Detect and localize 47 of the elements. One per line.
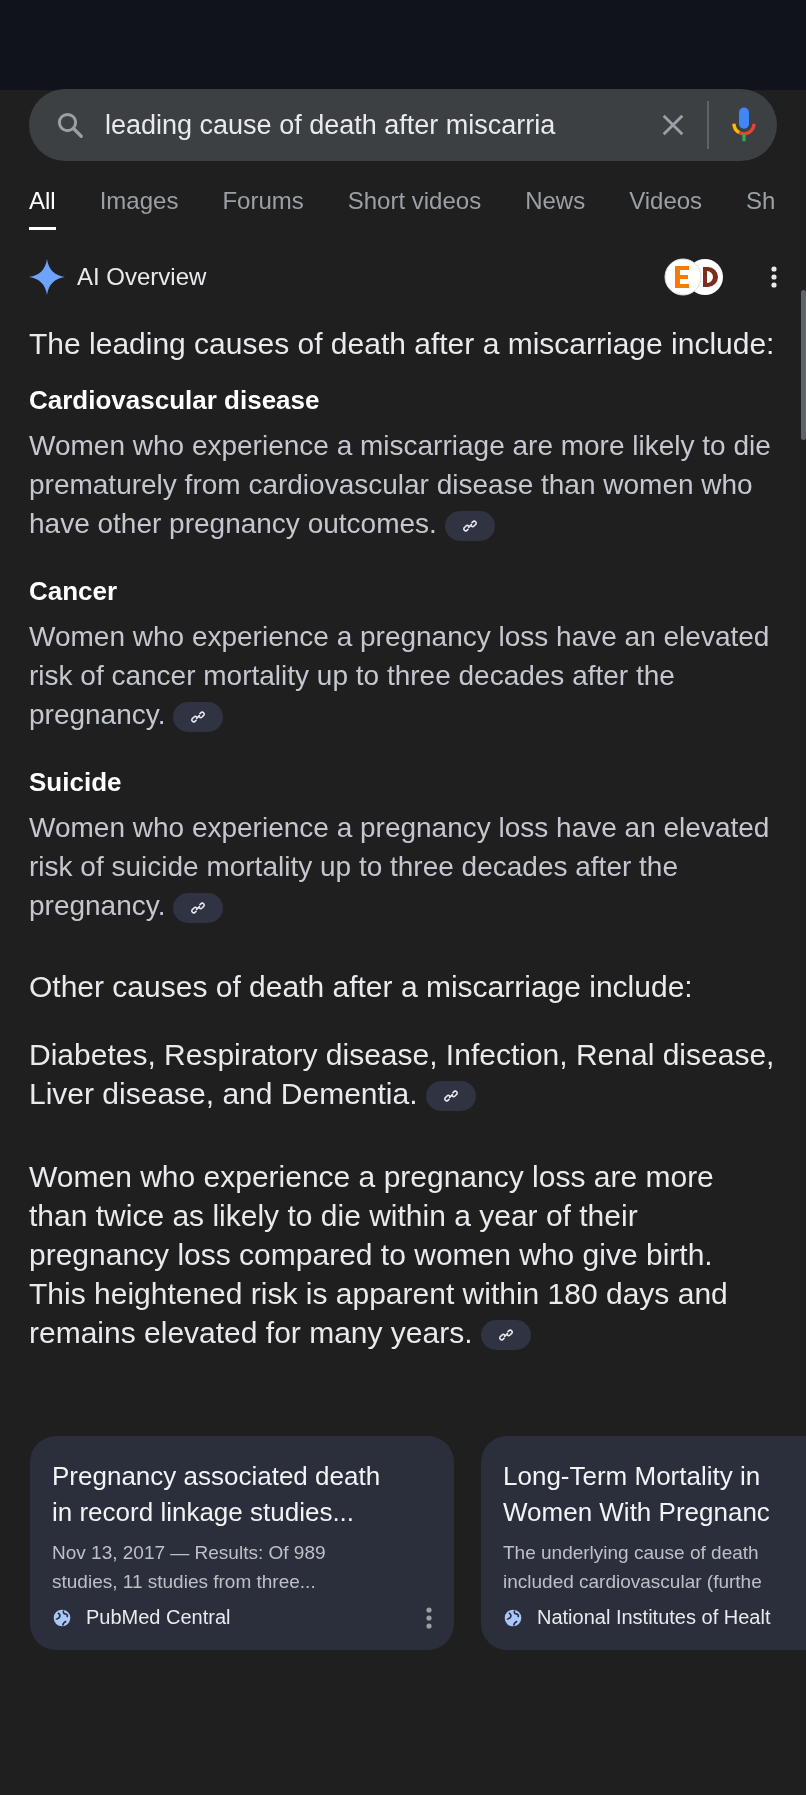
tab[interactable]: News (525, 187, 586, 230)
more-icon[interactable] (771, 266, 777, 288)
source-site: National Institutes of Healt (537, 1606, 772, 1629)
section-heading: Suicide (29, 766, 123, 799)
link-icon (190, 899, 207, 916)
source-site: PubMed Central (86, 1606, 232, 1629)
source-title: Women With Pregnanc (503, 1496, 771, 1529)
section-heading: Cardiovascular disease (29, 384, 321, 417)
paragraph-text: Women who experience a pregnancy loss are more than twice as likely to die within a year of their pregnancy loss compared to women who give birth. This heightened risk is apparent within 180 days and remains elevated for many years. (29, 1159, 729, 1352)
subheading: Other causes of death after a miscarriage include: (29, 969, 694, 1005)
source-snippet: included cardiovascular (furthe (503, 1570, 763, 1594)
search-query: leading cause of death after miscarria (105, 109, 557, 141)
source-snippet: Nov 13, 2017 — Results: Of 989 (52, 1541, 327, 1565)
tab[interactable]: All (29, 187, 56, 230)
tab[interactable]: Sh (746, 187, 776, 230)
tab[interactable]: Videos (629, 187, 703, 230)
link-icon (461, 517, 478, 534)
link-icon (190, 708, 207, 725)
source-title: Long-Term Mortality in (503, 1460, 762, 1493)
link-button[interactable] (444, 510, 495, 541)
link-button[interactable] (173, 701, 224, 732)
source-snippet: studies, 11 studies from three... (52, 1570, 317, 1594)
link-icon (442, 1088, 459, 1105)
section-text: Women who experience a miscarriage are more likely to die prematurely from cardiovascular disease than women who have other pregnancy outcomes. (29, 429, 772, 543)
section-text: Women who experience a pregnancy loss have an elevated risk of suicide mortality up to three decades after the pregnancy. (29, 811, 771, 925)
source-title: Pregnancy associated death (52, 1460, 382, 1493)
overview-title: AI Overview (77, 263, 208, 291)
link-icon (497, 1327, 514, 1344)
search-icon (55, 110, 85, 140)
globe-icon (52, 1607, 72, 1628)
section-text: Women who experience a pregnancy loss have an elevated risk of cancer mortality up to three decades after the pregnancy. (29, 620, 771, 734)
search-field[interactable]: leading cause of death after miscarria (29, 89, 777, 161)
tab[interactable]: Forums (222, 187, 304, 230)
source-card[interactable]: Long-Term Mortality in Women With Pregnanc The underlying cause of death included cardiovascular (furthe National Institutes of Healt (481, 1436, 806, 1650)
sparkle-icon (29, 259, 65, 295)
paragraph-text: Diabetes, Respiratory disease, Infection, Renal disease, Liver disease, and Dementia. (29, 1037, 776, 1113)
tab[interactable]: Images (99, 187, 179, 230)
section-heading: Cancer (29, 575, 119, 608)
globe-icon (503, 1607, 523, 1628)
intro-text: The leading causes of death after a miscarriage include: (29, 326, 776, 362)
link-button[interactable] (173, 892, 224, 923)
source-card[interactable]: Pregnancy associated death in record linkage studies... Nov 13, 2017 — Results: Of 989 studies, 11 studies from three... PubMed Central (30, 1436, 454, 1650)
link-button[interactable] (480, 1320, 531, 1351)
source-title: in record linkage studies... (52, 1496, 356, 1529)
tab[interactable]: Short videos (347, 187, 482, 230)
source-snippet: The underlying cause of death (503, 1541, 760, 1565)
link-button[interactable] (425, 1081, 476, 1112)
